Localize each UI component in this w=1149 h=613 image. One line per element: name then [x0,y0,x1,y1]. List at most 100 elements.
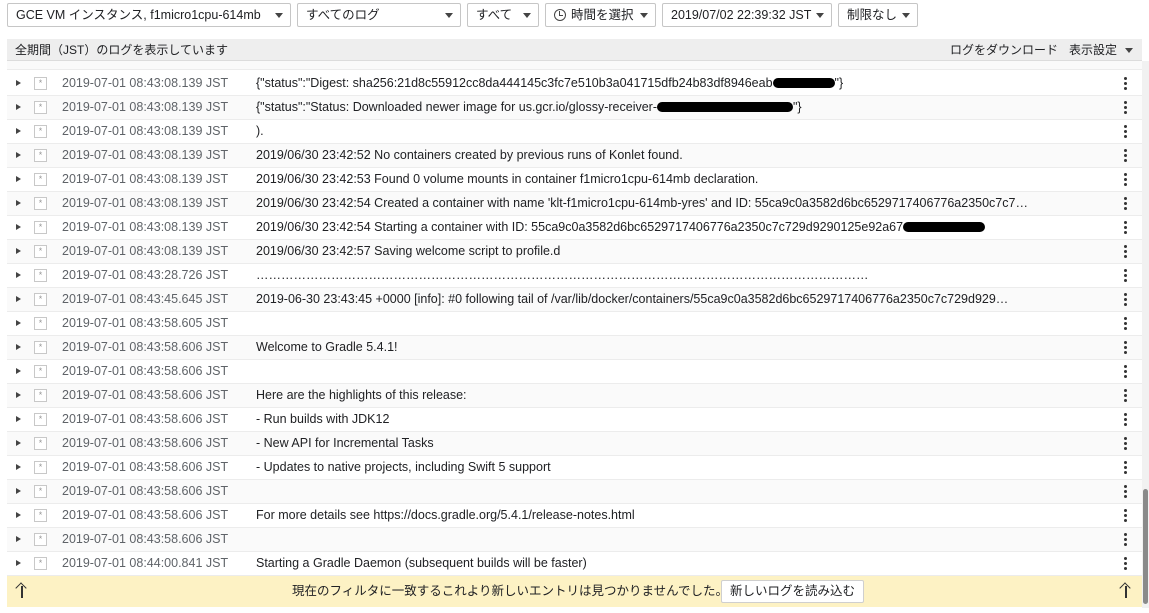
more-vert-icon[interactable] [1124,149,1128,163]
log-timestamp: 2019-07-01 08:43:08.139 JST [62,124,229,138]
datetime-dropdown[interactable]: 2019/07/02 22:39:32 JST [662,3,832,27]
log-timestamp: 2019-07-01 08:43:58.606 JST [62,340,229,354]
more-vert-icon[interactable] [1124,413,1128,427]
log-message-text: ). [256,124,264,138]
load-newer-logs-button[interactable]: 新しいログを読み込む [721,580,865,603]
severity-dropdown[interactable]: すべて [467,3,539,27]
expand-triangle-icon[interactable] [16,488,21,494]
arrow-up-icon[interactable] [1119,582,1132,599]
expand-triangle-icon[interactable] [16,272,21,278]
expand-triangle-icon[interactable] [16,104,21,110]
more-vert-icon[interactable] [1124,317,1128,331]
expand-triangle-icon[interactable] [16,344,21,350]
expand-triangle-icon[interactable] [16,392,21,398]
severity-default-icon: * [34,173,47,186]
more-vert-icon[interactable] [1124,197,1128,211]
log-row[interactable]: * 2019-07-01 08:43:08.139 JST 2019/06/30 2… [7,192,1142,216]
resource-dropdown[interactable]: GCE VM インスタンス, f1micro1cpu-614mb [7,3,291,27]
view-settings-link[interactable]: 表示設定 [1069,39,1117,61]
log-message-tail: "} [834,76,844,90]
log-message-text: {"status":"Status: Downloaded newer imag… [256,100,657,114]
expand-triangle-icon[interactable] [16,536,21,542]
more-vert-icon[interactable] [1124,221,1128,235]
log-row[interactable]: * 2019-07-01 08:43:58.606 JST [7,360,1142,384]
more-vert-icon[interactable] [1124,533,1128,547]
log-row[interactable]: * 2019-07-01 08:43:08.139 JST 2019/06/30 2… [7,144,1142,168]
expand-triangle-icon[interactable] [16,200,21,206]
limit-dropdown[interactable]: 制限なし [838,3,918,27]
more-vert-icon[interactable] [1124,341,1128,355]
log-message-text: - New API for Incremental Tasks [256,436,434,450]
expand-triangle-icon[interactable] [16,440,21,446]
more-vert-icon[interactable] [1124,485,1128,499]
more-vert-icon[interactable] [1124,101,1128,115]
arrow-up-icon[interactable] [15,582,28,599]
expand-triangle-icon[interactable] [16,320,21,326]
log-row[interactable]: * 2019-07-01 08:43:58.605 JST [7,312,1142,336]
expand-triangle-icon[interactable] [16,464,21,470]
log-message: - Run builds with JDK12 [256,408,1106,431]
log-row[interactable]: * 2019-07-01 08:43:58.606 JST Here are the… [7,384,1142,408]
log-row[interactable]: * 2019-07-01 08:43:08.139 JST {"status":"D… [7,72,1142,96]
expand-triangle-icon[interactable] [16,512,21,518]
log-row[interactable]: * 2019-07-01 08:43:08.139 JST). [7,120,1142,144]
more-vert-icon[interactable] [1124,125,1128,139]
more-vert-icon[interactable] [1124,245,1128,259]
log-message: 2019/06/30 23:42:54 Starting a container… [256,216,1106,239]
more-vert-icon[interactable] [1124,365,1128,379]
log-row[interactable]: * 2019-07-01 08:43:58.606 JST Welcome to G… [7,336,1142,360]
log-row[interactable]: * 2019-07-01 08:43:58.606 JST - Updates to… [7,456,1142,480]
log-row[interactable]: * 2019-07-01 08:44:00.841 JST Starting a G… [7,552,1142,576]
log-row[interactable]: * 2019-07-01 08:43:45.645 JST 2019-06-30 2… [7,288,1142,312]
log-row[interactable]: * 2019-07-01 08:43:08.139 JST 2019/06/30 2… [7,168,1142,192]
time-picker-dropdown[interactable]: 時間を選択 [545,3,656,27]
more-vert-icon[interactable] [1124,437,1128,451]
expand-triangle-icon[interactable] [16,416,21,422]
scrollbar-thumb[interactable] [1143,489,1148,604]
log-row[interactable]: * 2019-07-01 08:43:58.606 JST For more det… [7,504,1142,528]
expand-triangle-icon[interactable] [16,296,21,302]
log-message: 2019/06/30 23:42:52 No containers create… [256,144,1106,167]
redaction-mark [657,102,793,112]
log-row[interactable]: * 2019-07-01 08:43:58.606 JST - New API fo… [7,432,1142,456]
severity-default-icon: * [34,269,47,282]
more-vert-icon[interactable] [1124,269,1128,283]
expand-triangle-icon[interactable] [16,80,21,86]
log-message: ). [256,120,1106,143]
log-message-text: - Run builds with JDK12 [256,412,390,426]
redaction-mark [772,78,835,88]
log-timestamp: 2019-07-01 08:43:58.606 JST [62,436,229,450]
log-row[interactable]: * 2019-07-01 08:43:58.606 JST [7,528,1142,552]
expand-triangle-icon[interactable] [16,152,21,158]
expand-triangle-icon[interactable] [16,128,21,134]
scrollbar[interactable] [1142,61,1149,608]
more-vert-icon[interactable] [1124,293,1128,307]
expand-triangle-icon[interactable] [16,248,21,254]
log-row[interactable]: * 2019-07-01 08:43:08.139 JST {"status":"S… [7,96,1142,120]
more-vert-icon[interactable] [1124,173,1128,187]
log-row[interactable]: * 2019-07-01 08:43:58.606 JST - Run builds… [7,408,1142,432]
log-row[interactable]: * 2019-07-01 08:43:08.139 JST 2019/06/30 2… [7,216,1142,240]
log-row[interactable]: * 2019-07-01 08:43:08.139 JST 2019/06/30 2… [7,240,1142,264]
severity-default-icon: * [34,149,47,162]
severity-default-icon: * [34,437,47,450]
expand-triangle-icon[interactable] [16,560,21,566]
log-message: Starting a Gradle Daemon (subsequent bui… [256,552,1106,575]
expand-triangle-icon[interactable] [16,368,21,374]
more-vert-icon[interactable] [1124,509,1128,523]
resource-dropdown-value: GCE VM インスタンス, f1micro1cpu-614mb [16,8,261,22]
more-vert-icon[interactable] [1124,389,1128,403]
log-message-text: - Updates to native projects, including … [256,460,551,474]
log-row[interactable]: * 2019-07-01 08:43:28.726 JST ………………………………… [7,264,1142,288]
chevron-down-icon [523,13,531,18]
severity-default-icon: * [34,413,47,426]
more-vert-icon[interactable] [1124,77,1128,91]
download-logs-link[interactable]: ログをダウンロード [950,39,1058,61]
log-row[interactable]: * 2019-07-01 08:43:58.606 JST [7,480,1142,504]
expand-triangle-icon[interactable] [16,176,21,182]
expand-triangle-icon[interactable] [16,224,21,230]
more-vert-icon[interactable] [1124,557,1128,571]
log-name-dropdown[interactable]: すべてのログ [297,3,461,27]
chevron-down-icon[interactable] [1125,48,1133,53]
more-vert-icon[interactable] [1124,461,1128,475]
